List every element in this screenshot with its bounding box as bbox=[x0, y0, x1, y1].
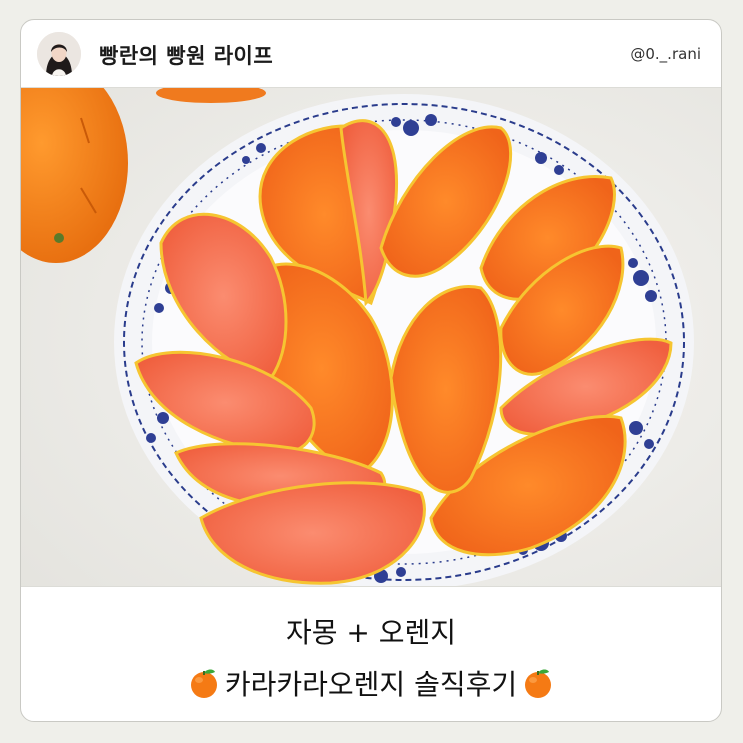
avatar[interactable] bbox=[37, 32, 81, 76]
tangerine-emoji-icon bbox=[525, 669, 552, 698]
caption-line-2: 카라카라오렌지 솔직후기 bbox=[224, 668, 518, 701]
post-header: 빵란의 빵원 라이프 @0._.rani bbox=[21, 20, 721, 88]
avatar-icon bbox=[37, 32, 81, 76]
post-card: 빵란의 빵원 라이프 @0._.rani 자몽 + 오렌지 카라카라오렌지 솔직… bbox=[20, 19, 722, 722]
tangerine-emoji-icon bbox=[190, 669, 217, 698]
post-caption: 자몽 + 오렌지 카라카라오렌지 솔직후기 bbox=[21, 586, 721, 721]
caption-line-2-row: 카라카라오렌지 솔직후기 bbox=[21, 663, 721, 703]
orange-plate-illustration bbox=[21, 88, 721, 586]
orange-slices-photo bbox=[21, 88, 721, 586]
caption-line-1: 자몽 + 오렌지 bbox=[285, 616, 457, 649]
blog-title[interactable]: 빵란의 빵원 라이프 bbox=[99, 40, 273, 70]
user-handle[interactable]: @0._.rani bbox=[630, 45, 701, 63]
